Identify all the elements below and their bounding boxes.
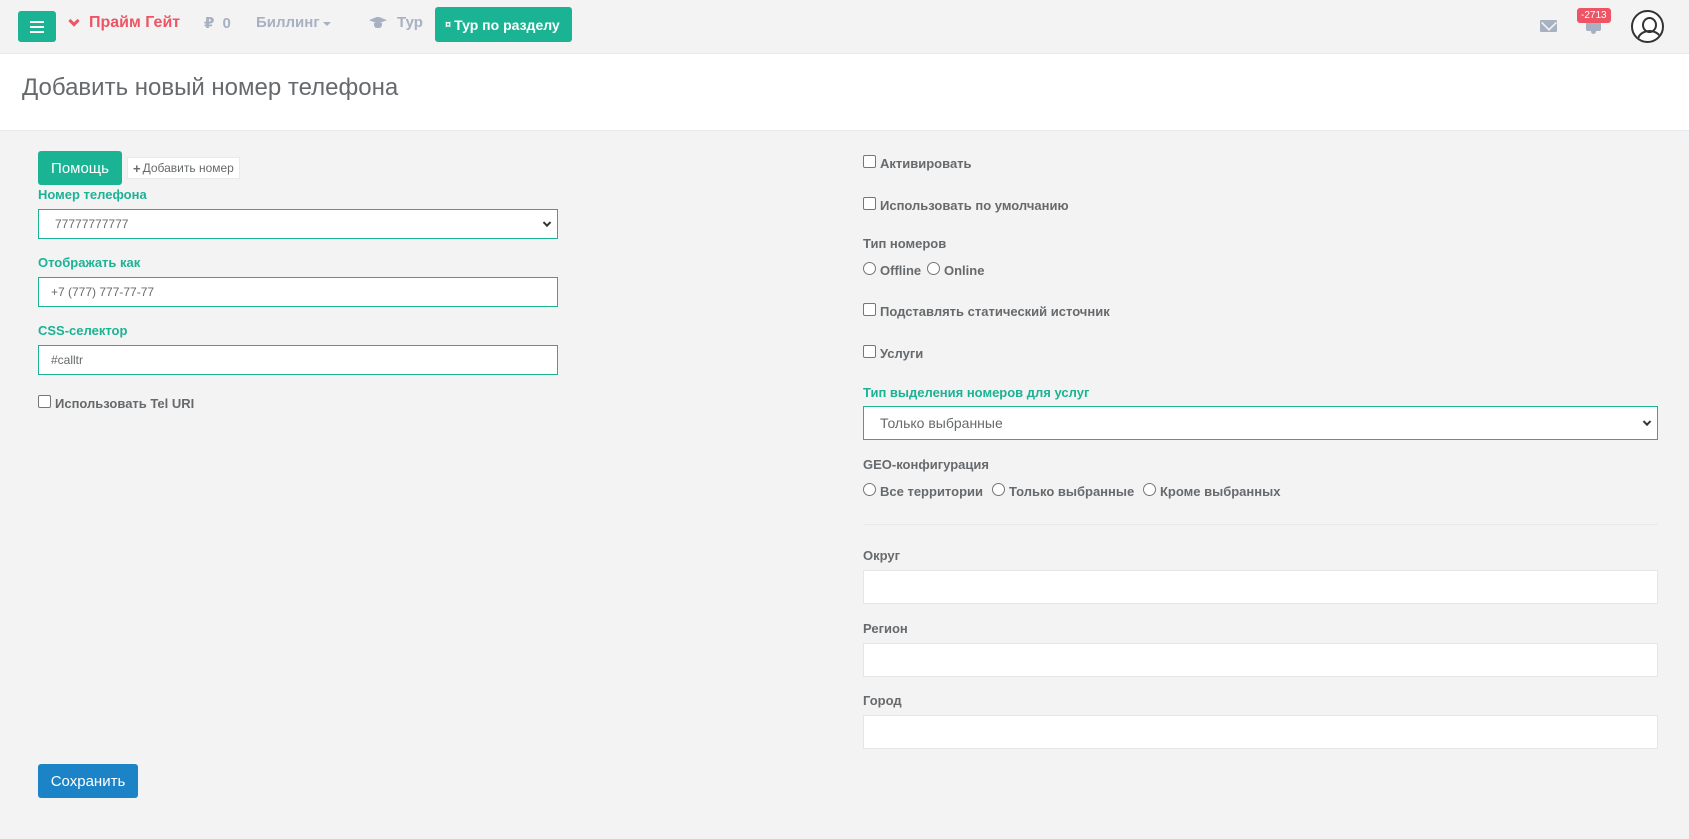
help-button[interactable]: Помощь <box>38 151 122 185</box>
caret-down-icon <box>322 21 331 26</box>
offline-radio[interactable] <box>863 262 876 275</box>
display-input[interactable]: +7 (777) 777-77-77 <box>38 277 558 307</box>
tel-uri-checkbox[interactable] <box>38 395 51 408</box>
city-input[interactable] <box>863 715 1658 749</box>
display-label: Отображать как <box>38 255 141 270</box>
allocation-label: Тип выделения номеров для услуг <box>863 385 1090 400</box>
chevron-down-icon <box>1642 417 1652 427</box>
brand-link[interactable]: Прайм Гейт <box>68 14 181 32</box>
use-default-label: Использовать по умолчанию <box>880 198 1069 213</box>
tour-section-button[interactable]: ¤ Тур по разделу <box>435 7 572 42</box>
mail-icon[interactable] <box>1540 20 1557 32</box>
hamburger-icon <box>30 25 44 28</box>
billing-dropdown[interactable]: Биллинг <box>256 14 331 31</box>
geo-except-radio[interactable] <box>1143 483 1156 496</box>
css-selector-input[interactable]: #calltr <box>38 345 558 375</box>
balance-value: 0 <box>222 14 231 32</box>
tour-section-icon: ¤ <box>445 18 452 31</box>
use-default-checkbox[interactable] <box>863 197 876 210</box>
css-selector-label: CSS-селектор <box>38 323 128 338</box>
graduation-cap-icon <box>369 17 387 29</box>
add-number-label: Добавить номер <box>142 161 234 175</box>
tour-section-label: Тур по разделу <box>454 16 560 33</box>
ruble-icon: ₽ <box>204 15 215 32</box>
add-number-button[interactable]: + Добавить номер <box>127 157 240 179</box>
number-type-label: Тип номеров <box>863 236 947 251</box>
top-navbar: Прайм Гейт ₽ 0 Биллинг Тур ¤ Тур по разд… <box>0 0 1689 54</box>
billing-label: Биллинг <box>256 14 320 31</box>
tour-label: Тур <box>397 14 423 31</box>
user-avatar[interactable] <box>1631 10 1664 43</box>
page-title: Добавить новый номер телефона <box>22 74 399 101</box>
save-button[interactable]: Сохранить <box>38 764 138 798</box>
chevron-down-icon <box>68 14 80 27</box>
geo-all-label: Все территории <box>880 484 983 499</box>
brand-label: Прайм Гейт <box>89 14 181 31</box>
static-source-label: Подставлять статический источник <box>880 304 1110 319</box>
district-label: Округ <box>863 548 901 563</box>
notification-badge: -2713 <box>1577 8 1611 23</box>
display-input-value: +7 (777) 777-77-77 <box>51 285 155 299</box>
activate-checkbox[interactable] <box>863 155 876 168</box>
page-heading: Добавить новый номер телефона <box>0 54 1689 131</box>
online-label: Online <box>944 263 985 278</box>
region-input[interactable] <box>863 643 1658 677</box>
geo-config-label: GEO-конфигурация <box>863 457 989 472</box>
phone-select-value: 77777777777 <box>55 217 129 231</box>
services-label: Услуги <box>880 346 924 361</box>
phone-select[interactable]: 77777777777 <box>38 209 558 239</box>
allocation-select[interactable]: Только выбранные <box>863 406 1658 440</box>
activate-label: Активировать <box>880 156 972 171</box>
balance-indicator[interactable]: ₽ 0 <box>204 14 231 33</box>
district-input[interactable] <box>863 570 1658 604</box>
geo-only-label: Только выбранные <box>1009 484 1135 499</box>
geo-all-radio[interactable] <box>863 483 876 496</box>
chevron-down-icon <box>542 218 552 228</box>
plus-icon: + <box>133 160 141 176</box>
css-selector-value: #calltr <box>51 353 84 367</box>
geo-only-radio[interactable] <box>992 483 1005 496</box>
services-checkbox[interactable] <box>863 345 876 358</box>
online-radio[interactable] <box>927 262 940 275</box>
divider <box>863 524 1658 525</box>
tour-link[interactable]: Тур <box>369 14 423 31</box>
region-label: Регион <box>863 621 908 636</box>
tel-uri-label: Использовать Tel URI <box>55 396 195 411</box>
geo-except-label: Кроме выбранных <box>1160 484 1281 499</box>
city-label: Город <box>863 693 902 708</box>
phone-label: Номер телефона <box>38 187 147 202</box>
menu-toggle-button[interactable] <box>18 11 56 42</box>
offline-label: Offline <box>880 263 922 278</box>
static-source-checkbox[interactable] <box>863 303 876 316</box>
allocation-select-value: Только выбранные <box>880 415 1003 431</box>
